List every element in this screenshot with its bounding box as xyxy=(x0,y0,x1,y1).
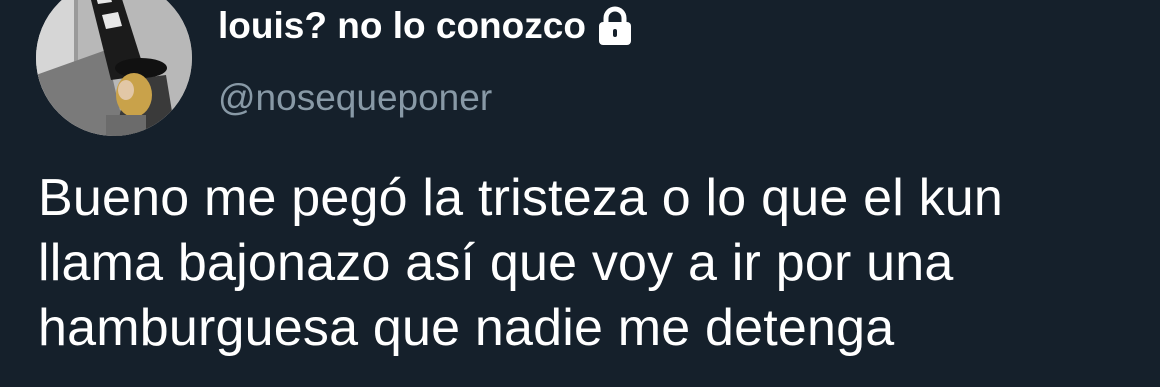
avatar[interactable] xyxy=(36,0,192,136)
user-handle[interactable]: @nosequeponer xyxy=(218,76,492,120)
lock-icon xyxy=(596,6,634,46)
tweet-text: Bueno me pegó la tristeza o lo que el ku… xyxy=(38,166,1138,361)
display-name[interactable]: louis? no lo conozco xyxy=(218,4,634,48)
tweet-text-line: hamburguesa que nadie me detenga xyxy=(38,299,895,357)
tweet-text-line: Bueno me pegó la tristeza o lo que el ku… xyxy=(38,169,1004,227)
display-name-text: louis? no lo conozco xyxy=(218,5,586,46)
tweet: louis? no lo conozco @nosequeponer Bueno… xyxy=(0,0,1160,387)
avatar-image xyxy=(36,0,192,136)
tweet-text-line: llama bajonazo así que voy a ir por una xyxy=(38,234,954,292)
